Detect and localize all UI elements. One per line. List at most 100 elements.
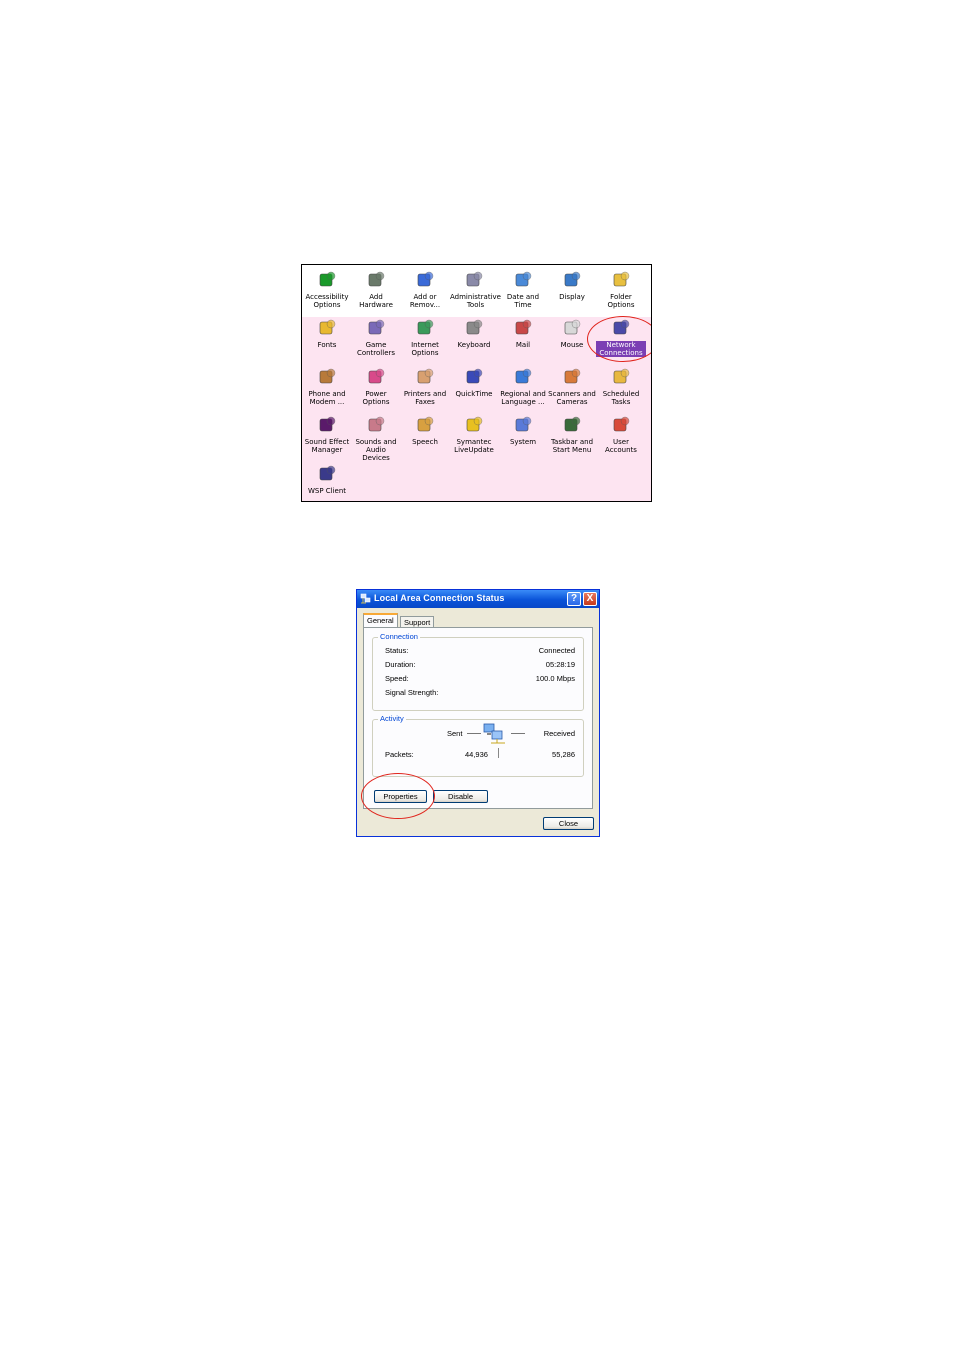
fonts-icon: [317, 318, 337, 338]
control-panel-item[interactable]: User Accounts: [596, 415, 646, 454]
control-panel-item[interactable]: Sound Effect Manager: [302, 415, 352, 454]
control-panel-item[interactable]: System: [498, 415, 548, 446]
control-panel-item[interactable]: Add or Remov...: [400, 270, 450, 309]
control-panel-item[interactable]: Administrative Tools: [449, 270, 501, 309]
control-panel-item-label: Sound Effect Manager: [304, 438, 350, 454]
control-panel-item-label: Administrative Tools: [450, 293, 501, 309]
received-line: [511, 733, 525, 734]
control-panel-item[interactable]: Mail: [498, 318, 548, 349]
power-options-icon: [366, 367, 386, 387]
control-panel-item-label: Add Hardware: [359, 293, 393, 309]
add-hardware-icon: [366, 270, 386, 290]
duration-label: Duration:: [385, 660, 416, 669]
network-activity-icon: [483, 723, 505, 744]
close-window-button[interactable]: X: [583, 592, 597, 606]
control-panel-item-label: Phone and Modem ...: [308, 390, 346, 406]
control-panel-item[interactable]: Accessibility Options: [302, 270, 352, 309]
received-label: Received: [543, 729, 575, 738]
add-remove-programs-icon: [415, 270, 435, 290]
network-connections-highlight-circle: [587, 316, 651, 362]
control-panel-item[interactable]: Power Options: [351, 367, 401, 406]
control-panel-item-label: Internet Options: [411, 341, 439, 357]
printers-faxes-icon: [415, 367, 435, 387]
control-panel-item[interactable]: Add Hardware: [351, 270, 401, 309]
control-panel-item[interactable]: Date and Time: [498, 270, 548, 309]
control-panel-item-label: Taskbar and Start Menu: [550, 438, 594, 454]
control-panel-item-label: Keyboard: [457, 341, 491, 349]
signal-strength-label: Signal Strength:: [385, 688, 439, 697]
control-panel-item[interactable]: Phone and Modem ...: [302, 367, 352, 406]
folder-options-icon: [611, 270, 631, 290]
control-panel-item[interactable]: Game Controllers: [351, 318, 401, 357]
help-button[interactable]: ?: [567, 592, 581, 606]
speed-row: Speed: 100.0 Mbps: [385, 674, 575, 684]
control-panel-item[interactable]: Display: [547, 270, 597, 301]
status-value: Connected: [538, 646, 575, 655]
speed-label: Speed:: [385, 674, 409, 683]
close-button[interactable]: Close: [543, 817, 594, 830]
system-icon: [513, 415, 533, 435]
sent-line: [467, 733, 481, 734]
control-panel-item-label: Printers and Faxes: [403, 390, 447, 406]
disable-button[interactable]: Disable: [433, 790, 488, 803]
control-panel-item-label: Mail: [515, 341, 531, 349]
control-panel-item-label: Date and Time: [506, 293, 540, 309]
control-panel-item[interactable]: Fonts: [302, 318, 352, 349]
symantec-liveupdate-icon: [464, 415, 484, 435]
control-panel-item[interactable]: Folder Options: [596, 270, 646, 309]
control-panel-item-label: Sounds and Audio Devices: [355, 438, 397, 462]
control-panel-item[interactable]: QuickTime: [449, 367, 499, 398]
control-panel-item[interactable]: Keyboard: [449, 318, 499, 349]
activity-group: Activity Sent Received Packets: 44,936 5…: [372, 714, 584, 777]
control-panel-item-label: Game Controllers: [356, 341, 396, 357]
administrative-tools-icon: [464, 270, 484, 290]
control-panel-item-label: User Accounts: [605, 438, 637, 454]
control-panel-item[interactable]: Regional and Language ...: [498, 367, 548, 406]
control-panel-item-label: Scanners and Cameras: [548, 390, 596, 406]
mail-icon: [513, 318, 533, 338]
game-controllers-icon: [366, 318, 386, 338]
control-panel-item-label: Add or Remov...: [409, 293, 441, 309]
control-panel-item-label: Accessibility Options: [305, 293, 349, 309]
packets-label: Packets:: [385, 750, 414, 759]
sounds-audio-icon: [366, 415, 386, 435]
control-panel-item-label: Symantec LiveUpdate: [454, 438, 494, 454]
properties-highlight-circle: [361, 773, 435, 819]
duration-value: 05:28:19: [545, 660, 575, 669]
packets-received-value: 55,286: [552, 750, 575, 759]
control-panel-item[interactable]: Scheduled Tasks: [596, 367, 646, 406]
control-panel-item-label: QuickTime: [455, 390, 493, 398]
internet-options-icon: [415, 318, 435, 338]
control-panel-item[interactable]: Internet Options: [400, 318, 450, 357]
tab-general[interactable]: General: [363, 613, 398, 627]
control-panel-item[interactable]: Symantec LiveUpdate: [449, 415, 499, 454]
title-bar[interactable]: Local Area Connection Status ? X: [357, 590, 599, 608]
control-panel-item[interactable]: Scanners and Cameras: [547, 367, 597, 406]
dialog-title: Local Area Connection Status: [374, 593, 505, 603]
status-row: Status: Connected: [385, 646, 575, 656]
control-panel-item[interactable]: Speech: [400, 415, 450, 446]
speech-icon: [415, 415, 435, 435]
regional-language-icon: [513, 367, 533, 387]
taskbar-start-menu-icon: [562, 415, 582, 435]
mouse-icon: [562, 318, 582, 338]
signal-strength-row: Signal Strength:: [385, 688, 575, 698]
packets-sent-value: 44,936: [465, 750, 488, 759]
user-accounts-icon: [611, 415, 631, 435]
control-panel-item-label: Scheduled Tasks: [602, 390, 640, 406]
control-panel-item-label: Folder Options: [607, 293, 635, 309]
control-panel-item[interactable]: WSP Client: [302, 464, 352, 495]
packets-divider: [498, 748, 499, 758]
control-panel-item-label: Speech: [412, 438, 438, 446]
control-panel-item-label: Power Options: [362, 390, 390, 406]
keyboard-icon: [464, 318, 484, 338]
scheduled-tasks-icon: [611, 367, 631, 387]
control-panel-item[interactable]: Printers and Faxes: [400, 367, 450, 406]
control-panel-item[interactable]: Taskbar and Start Menu: [547, 415, 597, 454]
wsp-client-icon: [317, 464, 337, 484]
accessibility-icon: [317, 270, 337, 290]
control-panel-item[interactable]: Sounds and Audio Devices: [351, 415, 401, 462]
network-connection-icon: [360, 593, 371, 604]
duration-row: Duration: 05:28:19: [385, 660, 575, 670]
scanners-cameras-icon: [562, 367, 582, 387]
